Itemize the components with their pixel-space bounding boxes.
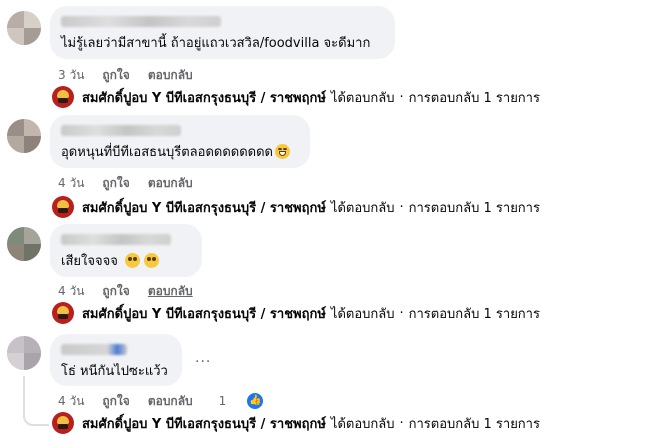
- comment-actions: 4 วัน ถูกใจ ตอบกลับ: [58, 282, 211, 301]
- like-button[interactable]: ถูกใจ: [102, 284, 129, 298]
- page-reply-link[interactable]: สมศักดิ์ปูอบ Y บีทีเอสกรุงธนบุรี / ราชพฤ…: [52, 412, 540, 434]
- page-reply-link[interactable]: สมศักดิ์ปูอบ Y บีทีเอสกรุงธนบุรี / ราชพฤ…: [52, 196, 540, 218]
- page-reply-link[interactable]: สมศักดิ์ปูอบ Y บีทีเอสกรุงธนบุรี / ราชพฤ…: [52, 302, 540, 324]
- page-logo-icon: [52, 412, 74, 434]
- comment-actions: 4 วัน ถูกใจ ตอบกลับ: [58, 174, 211, 193]
- comment-text-content: อุดหนุนที่บีทีเอสธนบุรีตลอดดดดดดดด: [61, 145, 273, 160]
- pleading-face-emoji-icon: [143, 253, 159, 268]
- reply-action: ได้ตอบกลับ: [330, 90, 395, 106]
- page-name: สมศักดิ์ปูอบ Y บีทีเอสกรุงธนบุรี / ราชพฤ…: [82, 90, 326, 106]
- commenter-name-blurred[interactable]: [61, 16, 221, 27]
- reply-button[interactable]: ตอบกลับ: [148, 68, 193, 82]
- comment-bubble: โธ่ หนีกันไปซะแว้ว: [50, 334, 182, 386]
- reply-count: การตอบกลับ 1 รายการ: [408, 200, 540, 216]
- page-name: สมศักดิ์ปูอบ Y บีทีเอสกรุงธนบุรี / ราชพฤ…: [82, 416, 326, 432]
- grin-emoji-icon: [274, 144, 290, 159]
- comment-text: เสียใจจจจ: [61, 253, 191, 270]
- comment-bubble: เสียใจจจจ: [50, 224, 202, 277]
- thread-connector: [23, 376, 49, 426]
- like-button[interactable]: ถูกใจ: [102, 176, 129, 190]
- comment-bubble: ไม่รู้เลยว่ามีสาขานี้ ถ้าอยู่แถวเวสวิล/f…: [50, 6, 395, 59]
- commenter-name-blurred[interactable]: [61, 234, 171, 245]
- reply-action: ได้ตอบกลับ: [330, 416, 395, 432]
- page-name: สมศักดิ์ปูอบ Y บีทีเอสกรุงธนบุรี / ราชพฤ…: [82, 200, 326, 216]
- reply-count: การตอบกลับ 1 รายการ: [408, 306, 540, 322]
- reply-action: ได้ตอบกลับ: [330, 306, 395, 322]
- page-logo-icon: [52, 196, 74, 218]
- commenter-name-blurred[interactable]: [61, 125, 181, 136]
- reply-button[interactable]: ตอบกลับ: [148, 394, 193, 408]
- comment-time[interactable]: 4 วัน: [58, 176, 84, 190]
- like-reaction-icon: 👍: [247, 393, 264, 409]
- like-button[interactable]: ถูกใจ: [102, 394, 129, 408]
- page-reply-link[interactable]: สมศักดิ์ปูอบ Y บีทีเอสกรุงธนบุรี / ราชพฤ…: [52, 86, 540, 108]
- avatar[interactable]: [7, 227, 41, 261]
- reply-button[interactable]: ตอบกลับ: [148, 176, 193, 190]
- separator: ·: [399, 415, 404, 431]
- commenter-name-blurred[interactable]: [61, 344, 127, 355]
- more-options-icon[interactable]: ...: [195, 350, 211, 366]
- comment-text: อุดหนุนที่บีทีเอสธนบุรีตลอดดดดดดดด: [61, 144, 299, 161]
- reply-action: ได้ตอบกลับ: [330, 200, 395, 216]
- avatar[interactable]: [7, 336, 41, 370]
- comment-text: โธ่ หนีกันไปซะแว้ว: [61, 364, 168, 379]
- reaction-summary[interactable]: 1 👍: [219, 393, 282, 409]
- comment-actions: 3 วัน ถูกใจ ตอบกลับ: [58, 66, 211, 85]
- like-button[interactable]: ถูกใจ: [102, 68, 129, 82]
- pleading-face-emoji-icon: [124, 253, 140, 268]
- separator: ·: [399, 305, 404, 321]
- reply-count: การตอบกลับ 1 รายการ: [408, 90, 540, 106]
- reply-count: การตอบกลับ 1 รายการ: [408, 416, 540, 432]
- page-logo-icon: [52, 86, 74, 108]
- reaction-count: 1: [218, 394, 227, 408]
- comment-time[interactable]: 3 วัน: [58, 68, 84, 82]
- comment-text: ไม่รู้เลยว่ามีสาขานี้ ถ้าอยู่แถวเวสวิล/f…: [61, 36, 371, 51]
- avatar[interactable]: [7, 11, 41, 45]
- page-logo-icon: [52, 302, 74, 324]
- separator: ·: [399, 199, 404, 215]
- comment-actions: 4 วัน ถูกใจ ตอบกลับ 1 👍: [58, 392, 299, 411]
- separator: ·: [399, 89, 404, 105]
- comment-time[interactable]: 4 วัน: [58, 284, 84, 298]
- reply-button[interactable]: ตอบกลับ: [148, 284, 193, 298]
- avatar[interactable]: [7, 119, 41, 153]
- comment-bubble: อุดหนุนที่บีทีเอสธนบุรีตลอดดดดดดดด: [50, 115, 310, 168]
- page-name: สมศักดิ์ปูอบ Y บีทีเอสกรุงธนบุรี / ราชพฤ…: [82, 306, 326, 322]
- comment-time[interactable]: 4 วัน: [58, 394, 84, 408]
- comment-text-content: เสียใจจจจ: [61, 254, 118, 269]
